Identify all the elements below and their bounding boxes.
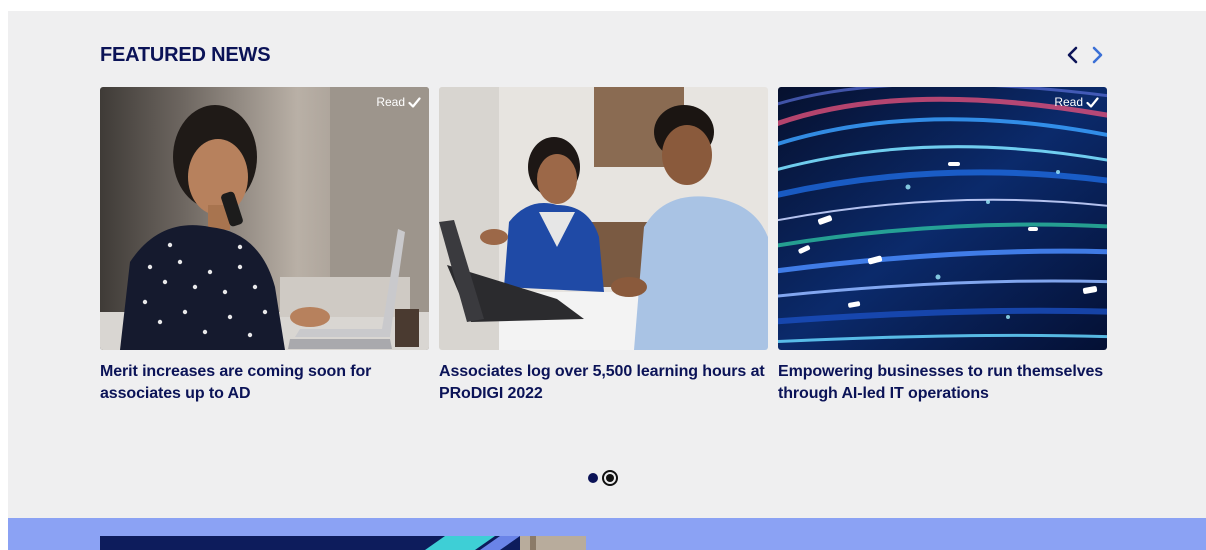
news-card-title[interactable]: Associates log over 5,500 learning hours… — [439, 361, 768, 405]
pagination-dot-2-active[interactable] — [602, 470, 618, 486]
news-card[interactable]: Read Empowering businesses to run themse… — [778, 87, 1107, 405]
abstract-blue-light-streams-photo — [778, 87, 1107, 350]
featured-news-section: FEATURED NEWS Read Merit increases are c… — [8, 11, 1206, 518]
news-card-image: Read — [778, 87, 1107, 350]
news-card[interactable]: Read Merit increases are coming soon for… — [100, 87, 429, 405]
chevron-right-icon — [1092, 46, 1103, 64]
pagination-dot-1[interactable] — [588, 473, 598, 483]
two-colleagues-discussing-at-laptop-photo — [439, 87, 768, 350]
next-section-band — [8, 518, 1206, 550]
carousel-pagination — [588, 470, 618, 486]
news-card-title[interactable]: Merit increases are coming soon for asso… — [100, 361, 429, 405]
news-card-image — [439, 87, 768, 350]
carousel-next-button[interactable] — [1088, 42, 1106, 68]
carousel-prev-button[interactable] — [1064, 42, 1082, 68]
read-label: Read — [376, 95, 405, 109]
chevron-left-icon — [1067, 46, 1078, 64]
read-badge: Read — [1054, 95, 1099, 109]
checkmark-icon — [408, 96, 421, 108]
carousel-nav — [1064, 42, 1106, 68]
section-title: FEATURED NEWS — [100, 44, 271, 66]
news-card-image: Read — [100, 87, 429, 350]
woman-on-phone-with-laptop-photo — [100, 87, 429, 350]
read-label: Read — [1054, 95, 1083, 109]
checkmark-icon — [1086, 96, 1099, 108]
news-card-title[interactable]: Empowering businesses to run themselves … — [778, 361, 1107, 405]
read-badge: Read — [376, 95, 421, 109]
news-carousel: Read Merit increases are coming soon for… — [100, 87, 1108, 417]
news-card[interactable]: Associates log over 5,500 learning hours… — [439, 87, 768, 405]
banner-image — [100, 536, 586, 550]
